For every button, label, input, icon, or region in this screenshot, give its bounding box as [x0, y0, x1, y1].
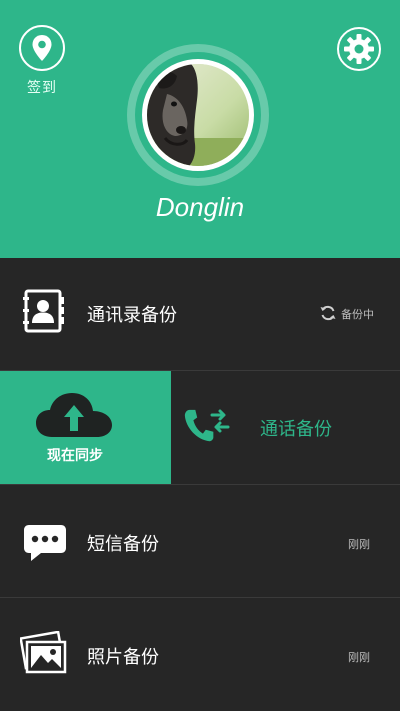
sync-calls-row: 现在同步 通话备份 — [0, 371, 400, 485]
photo-backup-row[interactable]: 照片备份 刚刚 — [0, 598, 400, 711]
sms-backup-label: 短信备份 — [87, 534, 159, 555]
sync-now-button[interactable]: 现在同步 — [0, 371, 171, 484]
chat-bubble-icon — [23, 523, 67, 567]
photo-backup-status: 刚刚 — [348, 651, 370, 664]
location-pin-icon — [19, 25, 65, 71]
settings-button[interactable] — [336, 26, 382, 72]
avatar[interactable] — [142, 59, 254, 171]
dog-photo — [147, 64, 249, 166]
contact-book-icon — [22, 289, 66, 337]
contacts-backup-label: 通讯录备份 — [87, 305, 177, 326]
contacts-backup-status: 备份中 — [341, 308, 374, 321]
sync-now-label: 现在同步 — [47, 448, 103, 464]
sms-backup-status: 刚刚 — [348, 538, 370, 551]
gear-icon — [337, 27, 381, 71]
avatar-ring — [127, 44, 269, 186]
username: Donglin — [155, 192, 245, 222]
sms-backup-row[interactable]: 短信备份 刚刚 — [0, 485, 400, 598]
phone-transfer-icon — [184, 407, 230, 451]
photo-backup-label: 照片备份 — [87, 647, 159, 668]
checkin-label: 签到 — [27, 80, 57, 96]
refresh-icon — [320, 305, 336, 325]
cloud-upload-icon — [34, 391, 114, 443]
photo-icon — [19, 630, 68, 679]
contacts-backup-row[interactable]: 通讯录备份 备份中 — [0, 258, 400, 371]
profile-header: 签到 Donglin — [0, 0, 400, 258]
checkin-button[interactable]: 签到 — [18, 25, 66, 97]
call-backup-label[interactable]: 通话备份 — [260, 415, 332, 441]
